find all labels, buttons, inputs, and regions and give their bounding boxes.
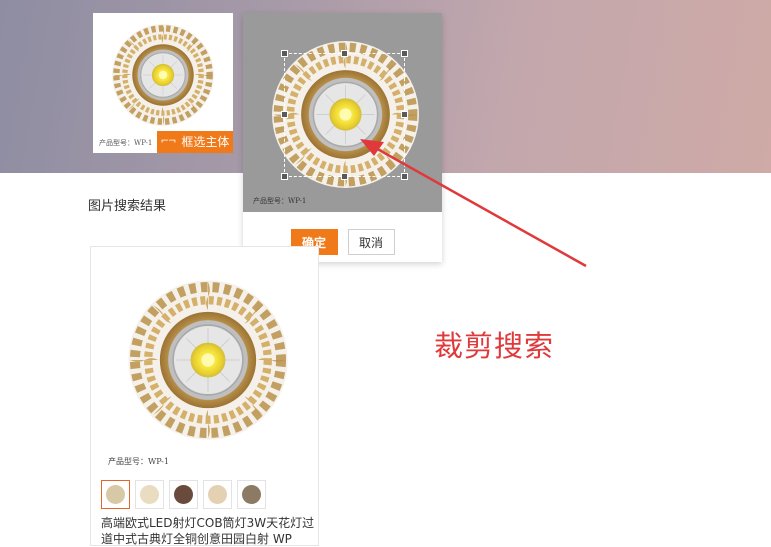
annotation-arrow — [360, 139, 587, 268]
